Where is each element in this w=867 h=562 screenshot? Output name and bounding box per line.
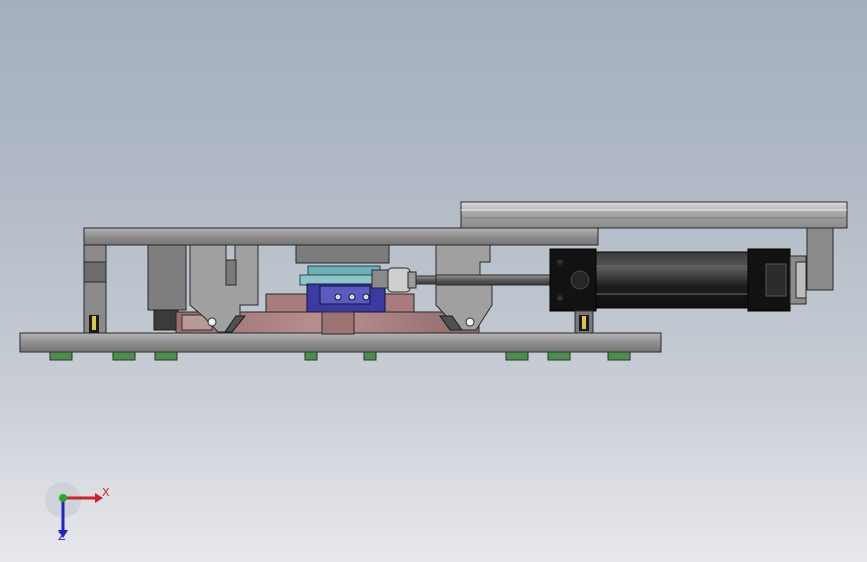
right-mount-post xyxy=(574,310,594,334)
right-gripper-jaw[interactable] xyxy=(435,244,493,331)
base-bolts xyxy=(49,351,631,361)
cad-viewport[interactable]: X Z xyxy=(0,0,867,562)
piston-rod[interactable] xyxy=(435,274,557,286)
base-plate[interactable] xyxy=(19,332,662,353)
upper-guide-rail[interactable] xyxy=(460,201,848,229)
right-end-bracket[interactable] xyxy=(806,227,834,291)
rod-coupling[interactable] xyxy=(371,267,437,293)
assembly-model[interactable] xyxy=(0,0,867,562)
left-support-column[interactable] xyxy=(83,244,107,334)
top-frame-plate[interactable] xyxy=(83,227,599,246)
x-axis-label: X xyxy=(102,486,110,499)
pneumatic-cylinder[interactable] xyxy=(549,248,807,312)
z-axis-label: Z xyxy=(58,530,66,543)
